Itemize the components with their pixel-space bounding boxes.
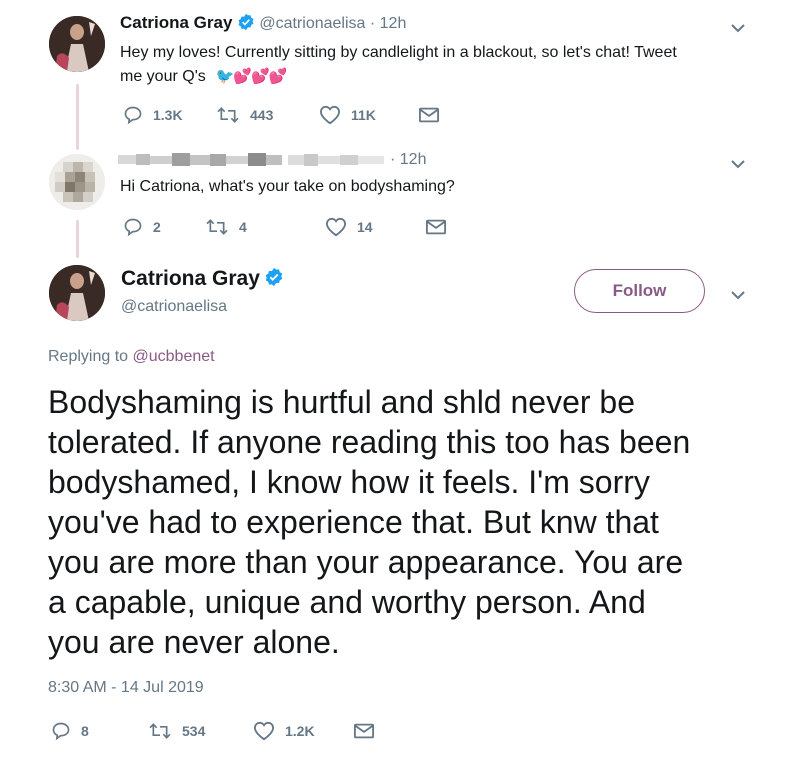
tweet-text: Hey my loves! Currently sitting by candl… <box>120 41 760 89</box>
tweet-text-line: me your Q's <box>120 68 206 85</box>
blurred-user-name[interactable] <box>118 152 398 170</box>
chevron-down-icon[interactable] <box>728 285 748 305</box>
message-button[interactable] <box>419 107 449 123</box>
tweet-actions: 1.3K 443 11K <box>123 105 449 125</box>
like-count: 14 <box>357 219 373 235</box>
emoji-group: 🐦💕💕💕 <box>215 68 288 85</box>
replying-prefix: Replying to <box>48 348 133 365</box>
thread-line <box>76 220 79 258</box>
like-icon <box>253 721 275 741</box>
like-button[interactable]: 11K <box>319 105 419 125</box>
tweet-body-line: bodyshamed, I know how it feels. I'm sor… <box>48 464 650 500</box>
message-icon <box>426 219 446 235</box>
tweet-body-line: a capable, unique and worthy person. And <box>48 584 646 620</box>
avatar[interactable] <box>49 265 105 321</box>
tweet-body-line: Bodyshaming is hurtful and shld never be <box>48 384 636 420</box>
avatar-blurred[interactable] <box>49 154 105 210</box>
reply-icon <box>124 106 142 125</box>
tweet-time[interactable]: · 12h <box>390 151 426 169</box>
retweet-button[interactable]: 534 <box>148 721 253 741</box>
chevron-down-icon[interactable] <box>728 18 748 38</box>
like-count: 11K <box>351 107 376 123</box>
reply-icon <box>52 722 70 741</box>
verified-badge-icon <box>237 13 255 36</box>
author-handle[interactable]: @catrionaelisa <box>121 298 227 316</box>
like-button[interactable]: 1.2K <box>253 721 354 741</box>
like-icon <box>319 105 341 125</box>
avatar[interactable] <box>49 16 105 72</box>
retweet-button[interactable]: 4 <box>205 217 325 237</box>
replying-handle-link[interactable]: @ucbbenet <box>133 348 215 365</box>
thread-line <box>76 84 79 150</box>
author-name[interactable]: Catriona Gray <box>120 13 232 32</box>
reply-count: 8 <box>81 723 89 739</box>
message-button[interactable] <box>354 723 384 739</box>
retweet-icon <box>206 219 228 235</box>
main-author: Catriona Gray <box>121 267 284 292</box>
message-icon <box>354 723 374 739</box>
reply-count: 2 <box>153 219 161 235</box>
tweet-actions: 8 534 1.2K <box>51 721 384 741</box>
tweet-body-line: you've had to experience that. But knw t… <box>48 504 659 540</box>
reply-icon <box>124 218 142 237</box>
tweet-time[interactable]: · 12h <box>365 15 406 32</box>
message-button[interactable] <box>426 219 456 235</box>
retweet-count: 443 <box>250 107 274 123</box>
chevron-down-icon[interactable] <box>728 154 748 174</box>
reply-button[interactable]: 2 <box>123 217 205 237</box>
reply-count: 1.3K <box>153 107 183 123</box>
retweet-count: 4 <box>239 219 247 235</box>
retweet-icon <box>149 723 171 739</box>
retweet-count: 534 <box>182 723 206 739</box>
tweet-actions: 2 4 14 <box>123 217 456 237</box>
author-handle[interactable]: @catrionaelisa <box>259 15 365 32</box>
author-name[interactable]: Catriona Gray <box>121 267 260 290</box>
like-button[interactable]: 14 <box>325 217 426 237</box>
like-count: 1.2K <box>285 723 315 739</box>
reply-button[interactable]: 1.3K <box>123 105 216 125</box>
tweet-body-line: tolerated. If anyone reading this too ha… <box>48 424 691 460</box>
follow-button[interactable]: Follow <box>574 269 705 313</box>
retweet-button[interactable]: 443 <box>216 105 319 125</box>
tweet-timestamp[interactable]: 8:30 AM - 14 Jul 2019 <box>48 679 204 697</box>
tweet-body-line: you are never alone. <box>48 624 340 660</box>
retweet-icon <box>217 107 239 123</box>
tweet-body: Bodyshaming is hurtful and shld never be… <box>48 382 690 662</box>
message-icon <box>419 107 439 123</box>
tweet-text-line: Hey my loves! Currently sitting by candl… <box>120 44 677 61</box>
like-icon <box>325 217 347 237</box>
tweet-header: Catriona Gray @catrionaelisa · 12h <box>120 13 406 36</box>
replying-to: Replying to @ucbbenet <box>48 348 215 366</box>
verified-badge-icon <box>264 267 284 292</box>
tweet-text: Hi Catriona, what's your take on bodysha… <box>120 178 455 195</box>
reply-button[interactable]: 8 <box>51 721 148 741</box>
tweet-body-line: you are more than your appearance. You a… <box>48 544 684 580</box>
